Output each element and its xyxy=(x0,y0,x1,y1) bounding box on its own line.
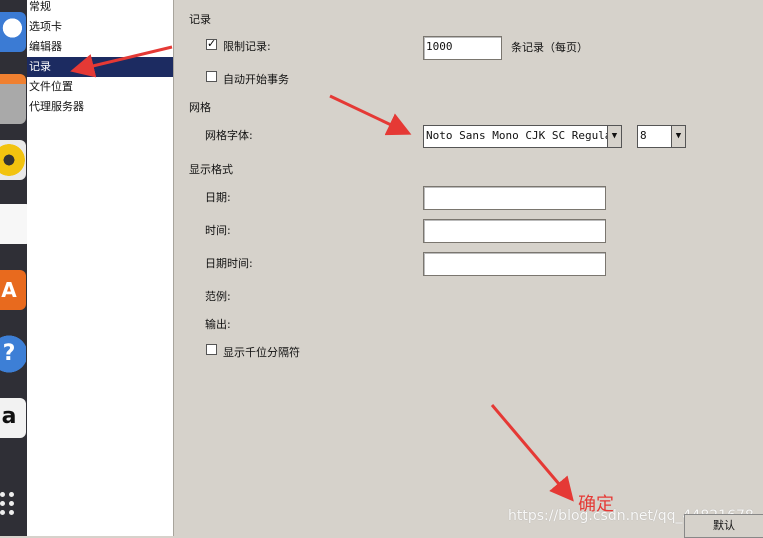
arrow-to-records xyxy=(70,45,173,78)
arrow-to-grid-font xyxy=(329,94,412,136)
default-button[interactable]: 默认 xyxy=(684,514,763,538)
arrow-to-confirm xyxy=(490,404,574,502)
annotation-arrows xyxy=(70,45,574,502)
